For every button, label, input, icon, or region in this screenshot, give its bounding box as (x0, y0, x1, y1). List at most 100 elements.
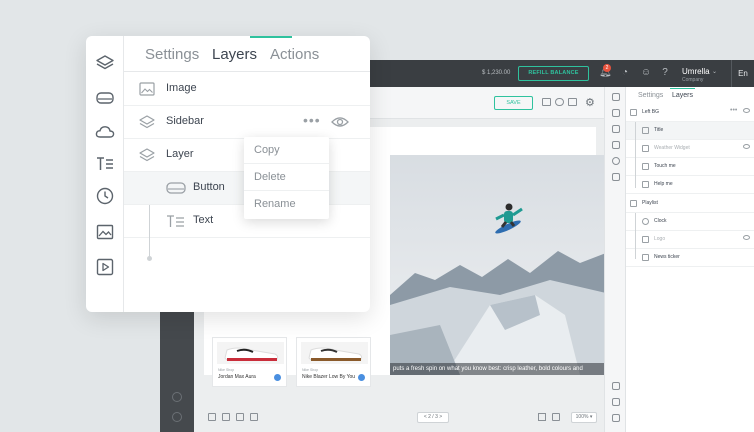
card-product-name: Jordan Max Aura (218, 374, 256, 380)
chart-icon[interactable]: ◔ (619, 67, 631, 79)
popup-tabs: Settings Layers Actions (124, 36, 370, 72)
card-product-name: Nike Blazer Low By You (302, 374, 356, 380)
tree-node (147, 256, 152, 261)
image-icon[interactable] (612, 173, 620, 181)
image-icon[interactable] (95, 222, 115, 242)
text-icon (642, 127, 649, 134)
more-icon[interactable]: ••• (730, 107, 737, 114)
clock-icon[interactable] (612, 157, 620, 165)
window-icon[interactable] (568, 98, 577, 106)
eye-icon[interactable] (331, 115, 349, 129)
list-item[interactable]: Title (626, 122, 754, 140)
list-item[interactable]: News ticker (626, 249, 754, 267)
layers-icon (630, 109, 637, 116)
clock-icon (642, 218, 649, 225)
fullscreen-icon[interactable] (552, 413, 560, 421)
card-brand: Nike Shop (218, 368, 235, 372)
page-indicator[interactable]: < 2 / 3 > (417, 412, 449, 423)
product-card[interactable]: Nike Shop Jordan Max Aura (212, 337, 287, 387)
cloud-icon[interactable] (95, 122, 115, 142)
undo-icon[interactable] (612, 382, 620, 390)
active-tab-indicator (250, 36, 292, 38)
trash-icon[interactable] (250, 413, 258, 421)
zoom-select[interactable]: 100% ▾ (571, 412, 597, 423)
text-icon[interactable] (95, 154, 115, 174)
button-icon (642, 163, 649, 170)
tree-line (635, 122, 636, 188)
text-icon (642, 254, 649, 261)
help-icon[interactable] (172, 392, 182, 402)
tab-settings[interactable]: Settings (145, 46, 199, 63)
product-card[interactable]: Nike Shop Nike Blazer Low By You (296, 337, 371, 387)
button-icon (166, 182, 186, 194)
play-icon[interactable] (538, 413, 546, 421)
layer-row-image[interactable]: Image (124, 73, 370, 106)
right-icon-strip (604, 87, 626, 432)
list-item-label: News ticker (654, 254, 680, 260)
copy-icon[interactable] (208, 413, 216, 421)
list-item[interactable]: Left BG ••• (626, 104, 754, 122)
text-icon (167, 215, 184, 227)
desktop-view-icon[interactable] (542, 98, 551, 106)
cloud-icon[interactable] (612, 125, 620, 133)
image-icon (139, 82, 155, 96)
list-item[interactable]: Clock (626, 213, 754, 231)
more-icon[interactable]: ••• (303, 112, 321, 128)
info-icon[interactable] (274, 374, 281, 381)
active-tab-indicator (670, 88, 695, 89)
clock-icon[interactable] (95, 186, 115, 206)
gear-icon[interactable]: ⚙ (585, 96, 595, 109)
list-item-label: Weather Widget (654, 145, 690, 151)
list-item-label: Title (654, 127, 664, 133)
close-box-icon[interactable] (222, 413, 230, 421)
list-item[interactable]: Touch me (626, 158, 754, 176)
button-icon[interactable] (95, 88, 115, 108)
trash-icon[interactable] (172, 412, 182, 422)
cloud-icon (642, 145, 649, 152)
refill-balance-button[interactable]: REFILL BALANCE (518, 66, 589, 81)
tab-layers[interactable]: Layers (672, 92, 693, 99)
layer-row-sidebar[interactable]: Sidebar ••• (124, 106, 370, 139)
list-item-label: Playlist (642, 200, 658, 206)
layer-label: Text (193, 214, 214, 226)
layers-icon (139, 148, 155, 162)
list-item-label: Touch me (654, 163, 676, 169)
layer-label: Sidebar (166, 115, 204, 127)
exit-icon[interactable] (612, 414, 620, 422)
list-item[interactable]: Logo (626, 231, 754, 249)
list-item[interactable]: Weather Widget (626, 140, 754, 158)
chevron-down-icon[interactable]: ⌄ (712, 68, 717, 75)
grid-icon[interactable] (236, 413, 244, 421)
tree-line (149, 205, 150, 257)
layers-icon[interactable] (612, 109, 620, 117)
play-icon[interactable] (95, 257, 115, 277)
language-switch[interactable]: En (731, 60, 754, 87)
gear-icon[interactable] (612, 93, 620, 101)
tab-actions[interactable]: Actions (270, 46, 319, 63)
photo-caption: puts a fresh spin on what you know best:… (390, 363, 606, 375)
eye-off-icon[interactable] (743, 144, 750, 149)
link-icon[interactable] (555, 98, 564, 106)
menu-item-copy[interactable]: Copy (244, 137, 329, 164)
list-item[interactable]: Help me (626, 176, 754, 194)
user-name[interactable]: Umrella (682, 67, 710, 76)
list-item[interactable]: Playlist (626, 195, 754, 213)
right-layers-panel: Settings Layers Left BG ••• Title Weathe… (626, 87, 754, 432)
layers-icon[interactable] (95, 53, 115, 73)
help-icon[interactable]: ? (659, 67, 671, 79)
info-icon[interactable] (358, 374, 365, 381)
layers-icon (139, 115, 155, 129)
save-button[interactable]: SAVE (494, 96, 533, 110)
menu-item-delete[interactable]: Delete (244, 164, 329, 191)
text-icon[interactable] (612, 141, 620, 149)
shoe-image (301, 342, 368, 364)
sliders-icon[interactable] (612, 398, 620, 406)
menu-item-rename[interactable]: Rename (244, 191, 329, 218)
layer-label: Button (193, 181, 225, 193)
eye-off-icon[interactable] (743, 235, 750, 240)
image-icon (642, 236, 649, 243)
tab-settings[interactable]: Settings (638, 92, 663, 99)
tab-layers[interactable]: Layers (212, 46, 257, 63)
users-icon[interactable]: ☺ (640, 67, 652, 79)
eye-icon[interactable] (743, 108, 750, 113)
